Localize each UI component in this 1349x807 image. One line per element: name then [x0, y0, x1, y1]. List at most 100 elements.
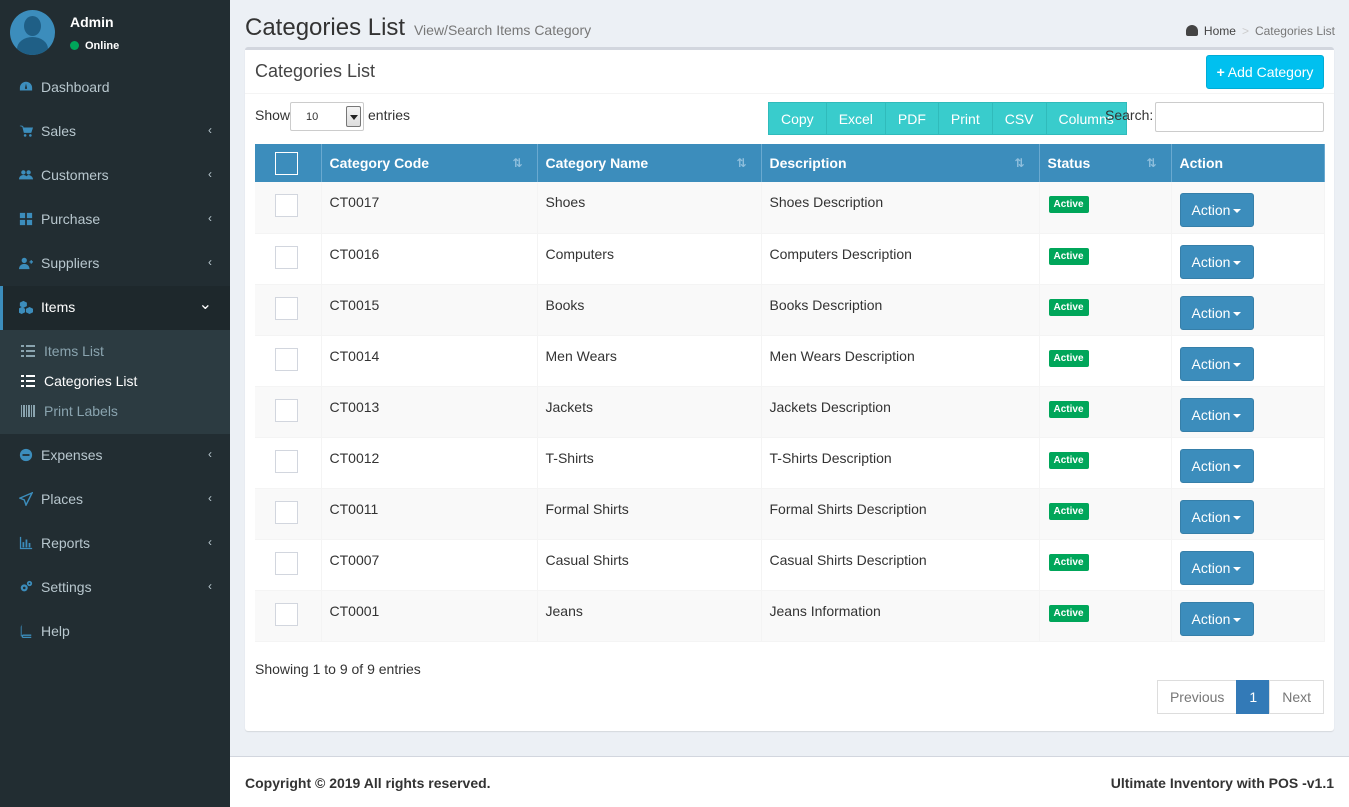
category-description: T-Shirts Description	[761, 437, 1040, 489]
action-button[interactable]: Action	[1179, 601, 1254, 636]
category-code: CT0016	[321, 233, 538, 285]
table-row: CT0014 Men Wears Men Wears Description A…	[255, 335, 1325, 387]
action-button[interactable]: Action	[1179, 550, 1254, 585]
previous-page-button[interactable]: Previous	[1156, 680, 1238, 714]
csv-button[interactable]: CSV	[991, 102, 1047, 135]
action-button[interactable]: Action	[1179, 346, 1254, 381]
column-header-action: Action	[1171, 144, 1325, 182]
column-header-name[interactable]: Category Name ⇅	[537, 144, 762, 182]
table-row: CT0013 Jackets Jackets Description Activ…	[255, 386, 1325, 438]
caret-down-icon	[1233, 311, 1242, 316]
category-name: Books	[537, 284, 762, 336]
column-header-status[interactable]: Status ⇅	[1039, 144, 1172, 182]
category-code: CT0012	[321, 437, 538, 489]
sidebar-item-dashboard[interactable]: Dashboard	[0, 66, 230, 110]
breadcrumb-current: Categories List	[1254, 24, 1335, 38]
sidebar-subitem-print-labels[interactable]: Print Labels	[0, 396, 230, 426]
sidebar-item-expenses[interactable]: Expenses ‹	[0, 434, 230, 478]
avatar	[10, 10, 55, 55]
sidebar-subitem-items-list[interactable]: Items List	[0, 336, 230, 366]
category-description: Formal Shirts Description	[761, 488, 1040, 540]
row-checkbox[interactable]	[275, 449, 298, 473]
column-header-code[interactable]: Category Code ⇅	[321, 144, 538, 182]
user-status: Online	[70, 40, 119, 52]
category-name: Shoes	[537, 182, 762, 234]
add-category-button[interactable]: + Add Category	[1206, 55, 1324, 89]
page-1-button[interactable]: 1	[1236, 680, 1271, 714]
table-row: CT0016 Computers Computers Description A…	[255, 233, 1325, 285]
breadcrumb: Home > Categories List	[1185, 24, 1335, 38]
sidebar-item-purchase[interactable]: Purchase ‹	[0, 198, 230, 242]
pagination: Previous 1 Next	[1156, 680, 1324, 714]
table-row: CT0015 Books Books Description Active Ac…	[255, 284, 1325, 336]
print-button[interactable]: Print	[937, 102, 993, 135]
column-header-description[interactable]: Description ⇅	[761, 144, 1040, 182]
action-button[interactable]: Action	[1179, 448, 1254, 483]
next-page-button[interactable]: Next	[1269, 680, 1324, 714]
copy-button[interactable]: Copy	[768, 102, 827, 135]
excel-button[interactable]: Excel	[825, 102, 886, 135]
table-row: CT0012 T-Shirts T-Shirts Description Act…	[255, 437, 1325, 489]
table-row: CT0007 Casual Shirts Casual Shirts Descr…	[255, 539, 1325, 591]
list-icon	[21, 375, 35, 387]
pdf-button[interactable]: PDF	[884, 102, 939, 135]
version-text: Ultimate Inventory with POS -v1.1	[1110, 775, 1334, 791]
sidebar-subitem-categories-list[interactable]: Categories List	[0, 366, 230, 396]
category-code: CT0017	[321, 182, 538, 234]
status-badge: Active	[1048, 604, 1089, 622]
entries-label: entries	[368, 107, 411, 123]
online-dot-icon	[70, 41, 79, 50]
sort-icon: ⇅	[1146, 156, 1157, 170]
row-checkbox[interactable]	[275, 194, 298, 217]
search-label: Search:	[1105, 107, 1154, 123]
minus-circle-icon	[18, 448, 34, 464]
sidebar-item-settings[interactable]: Settings ‹	[0, 566, 230, 610]
row-checkbox[interactable]	[275, 347, 298, 371]
category-description: Books Description	[761, 284, 1040, 336]
sidebar-item-sales[interactable]: Sales ‹	[0, 110, 230, 154]
barcode-icon	[21, 405, 35, 417]
action-button[interactable]: Action	[1179, 397, 1254, 432]
row-checkbox[interactable]	[275, 500, 298, 524]
sidebar-item-suppliers[interactable]: Suppliers ‹	[0, 242, 230, 286]
table-row: CT0017 Shoes Shoes Description Active Ac…	[255, 182, 1325, 234]
caret-down-icon	[1233, 566, 1242, 571]
row-checkbox[interactable]	[275, 296, 298, 320]
sidebar-item-places[interactable]: Places ‹	[0, 478, 230, 522]
entries-select[interactable]: 10	[290, 102, 364, 131]
chevron-down-icon: ⌄	[198, 296, 212, 313]
sidebar-item-reports[interactable]: Reports ‹	[0, 522, 230, 566]
row-checkbox[interactable]	[275, 245, 298, 269]
caret-down-icon	[1233, 464, 1242, 469]
status-badge: Active	[1048, 400, 1089, 418]
category-code: CT0015	[321, 284, 538, 336]
chevron-left-icon: ‹	[208, 535, 212, 549]
items-submenu: Items List Categories List Print Labels	[0, 330, 230, 434]
user-name: Admin	[70, 14, 114, 30]
action-button[interactable]: Action	[1179, 244, 1254, 279]
category-code: CT0007	[321, 539, 538, 591]
category-description: Men Wears Description	[761, 335, 1040, 387]
sidebar-item-items[interactable]: Items ⌄	[0, 286, 230, 330]
category-name: Formal Shirts	[537, 488, 762, 540]
select-all-checkbox[interactable]	[275, 151, 298, 175]
sidebar-item-customers[interactable]: Customers ‹	[0, 154, 230, 198]
show-label: Show	[255, 107, 291, 123]
action-button[interactable]: Action	[1179, 499, 1254, 534]
status-badge: Active	[1048, 502, 1089, 520]
row-checkbox[interactable]	[275, 602, 298, 626]
row-checkbox[interactable]	[275, 398, 298, 422]
sort-icon: ⇅	[736, 156, 747, 170]
search-input[interactable]	[1155, 102, 1324, 132]
category-description: Jeans Information	[761, 590, 1040, 642]
action-button[interactable]: Action	[1179, 295, 1254, 330]
category-code: CT0001	[321, 590, 538, 642]
category-code: CT0014	[321, 335, 538, 387]
category-name: Jackets	[537, 386, 762, 438]
action-button[interactable]: Action	[1179, 193, 1254, 227]
users-icon	[18, 168, 34, 184]
row-checkbox[interactable]	[275, 551, 298, 575]
breadcrumb-home[interactable]: Home	[1204, 24, 1236, 38]
sidebar-item-help[interactable]: Help	[0, 610, 230, 654]
plus-icon: +	[1216, 64, 1225, 80]
